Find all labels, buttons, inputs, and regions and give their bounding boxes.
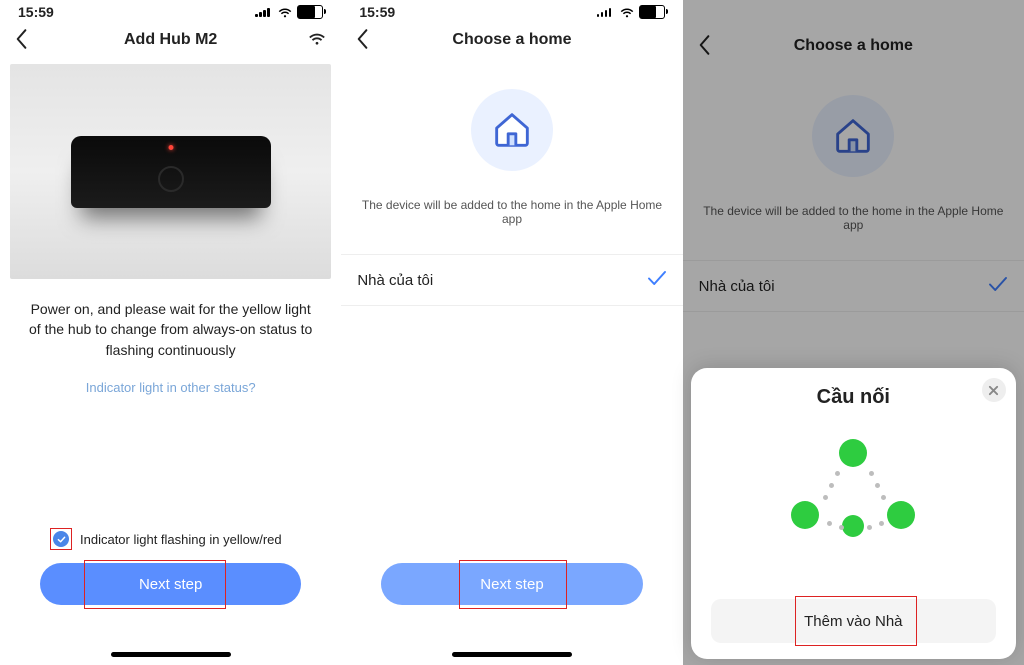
back-button[interactable] <box>14 28 28 55</box>
checkbox-checked-icon[interactable] <box>53 531 69 547</box>
back-button[interactable] <box>697 34 711 61</box>
page-title: Choose a home <box>794 37 913 55</box>
wifi-indicator-icon[interactable] <box>307 30 327 51</box>
screen-choose-home-modal: Choose a home The device will be added t… <box>683 0 1024 665</box>
indicator-checkbox-row[interactable]: Indicator light flashing in yellow/red <box>0 528 341 550</box>
selected-check-icon <box>647 269 667 291</box>
signal-icon <box>597 7 615 17</box>
page-title: Choose a home <box>452 31 571 49</box>
status-bar: 15:59 <box>341 0 682 20</box>
next-step-label: Next step <box>139 576 202 593</box>
indicator-status-link[interactable]: Indicator light in other status? <box>0 380 341 395</box>
add-to-home-label: Thêm vào Nhà <box>804 613 902 630</box>
home-option-row[interactable]: Nhà của tôi <box>341 254 682 306</box>
checkbox-label: Indicator light flashing in yellow/red <box>80 532 282 547</box>
add-to-home-button[interactable]: Thêm vào Nhà <box>711 599 996 643</box>
next-step-label: Next step <box>480 576 543 593</box>
status-time: 15:59 <box>359 4 395 20</box>
status-bar: 15:59 <box>0 0 341 20</box>
home-indicator <box>111 652 231 657</box>
hub-image <box>10 64 331 279</box>
back-button[interactable] <box>355 28 369 55</box>
checkbox-highlight <box>50 528 72 550</box>
house-icon <box>489 107 535 153</box>
battery-icon <box>297 5 323 19</box>
next-step-button[interactable]: Next step <box>381 563 642 605</box>
nav-bar: Choose a home <box>683 26 1024 66</box>
home-name: Nhà của tôi <box>357 272 433 289</box>
page-title: Add Hub M2 <box>124 31 217 49</box>
close-button[interactable] <box>982 378 1006 402</box>
subtext: The device will be added to the home in … <box>683 204 1024 232</box>
screen-add-hub: 15:59 Add Hub M2 Power on, and please wa… <box>0 0 341 665</box>
battery-icon <box>639 5 665 19</box>
next-step-button[interactable]: Next step <box>40 563 301 605</box>
hub-device <box>71 136 271 208</box>
modal-title: Cầu nối <box>691 386 1016 409</box>
bridge-illustration <box>783 439 923 549</box>
home-name: Nhà của tôi <box>699 278 775 295</box>
home-indicator <box>452 652 572 657</box>
wifi-icon <box>277 6 293 18</box>
wifi-icon <box>619 6 635 18</box>
nav-bar: Add Hub M2 <box>0 20 341 60</box>
selected-check-icon <box>988 275 1008 297</box>
house-icon <box>830 113 876 159</box>
nav-bar: Choose a home <box>341 20 682 60</box>
bridge-modal: Cầu nối Thêm vào Nhà <box>691 368 1016 659</box>
status-time: 15:59 <box>18 4 54 20</box>
screen-choose-home: 15:59 Choose a home The device will be a… <box>341 0 682 665</box>
signal-icon <box>255 7 273 17</box>
home-illustration <box>462 80 562 180</box>
home-option-row[interactable]: Nhà của tôi <box>683 260 1024 312</box>
subtext: The device will be added to the home in … <box>341 198 682 226</box>
home-illustration <box>803 86 903 186</box>
instruction-text: Power on, and please wait for the yellow… <box>0 279 341 360</box>
